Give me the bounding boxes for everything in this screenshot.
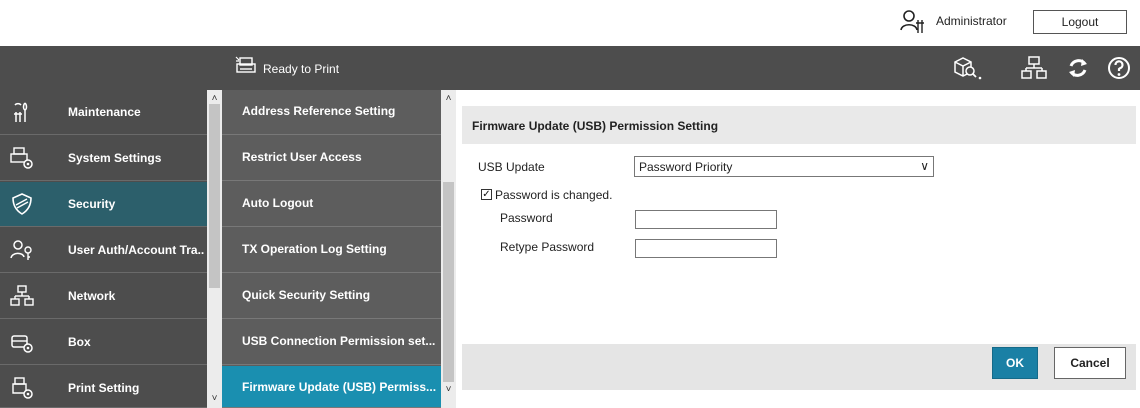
password-changed-checkbox[interactable]: ✓ bbox=[481, 189, 492, 200]
printer-status-label: Ready to Print bbox=[263, 62, 340, 76]
sidebar-item-label: Security bbox=[68, 197, 116, 211]
submenu-item-restrict-user-access[interactable]: Restrict User Access bbox=[222, 136, 441, 181]
submenu-item-usb-connection-permission[interactable]: USB Connection Permission set... bbox=[222, 320, 441, 365]
sidebar-item-security[interactable]: Security bbox=[0, 182, 207, 227]
device-search-icon[interactable] bbox=[951, 53, 982, 83]
chevron-down-icon[interactable]: ˅ bbox=[207, 392, 222, 406]
shield-icon bbox=[10, 192, 34, 216]
chevron-up-icon[interactable]: ˄ bbox=[441, 92, 456, 106]
ok-button[interactable]: OK bbox=[992, 347, 1038, 379]
chevron-down-icon: ∨ bbox=[920, 159, 929, 173]
printer-gear-icon bbox=[10, 146, 34, 170]
submenu-item-quick-security[interactable]: Quick Security Setting bbox=[222, 274, 441, 319]
submenu-item-label: Auto Logout bbox=[242, 196, 314, 210]
print-gear-icon bbox=[10, 376, 34, 400]
submenu-item-firmware-update-usb[interactable]: Firmware Update (USB) Permiss... bbox=[222, 366, 441, 408]
sidebar-item-label: Network bbox=[68, 289, 116, 303]
usb-update-value: Password Priority bbox=[639, 160, 733, 174]
box-gear-icon bbox=[10, 330, 34, 354]
submenu-item-label: Firmware Update (USB) Permiss... bbox=[242, 380, 437, 394]
retype-password-label: Retype Password bbox=[500, 240, 595, 254]
sidebar-item-maintenance[interactable]: Maintenance bbox=[0, 90, 207, 135]
submenu-scrollbar-thumb[interactable] bbox=[443, 182, 454, 382]
submenu-item-address-reference[interactable]: Address Reference Setting bbox=[222, 90, 441, 135]
password-label: Password bbox=[500, 211, 553, 225]
sidebar-scrollbar-thumb[interactable] bbox=[209, 104, 220, 288]
chevron-up-icon[interactable]: ˄ bbox=[207, 92, 222, 106]
wrench-icon bbox=[10, 100, 34, 124]
page-title: Firmware Update (USB) Permission Setting bbox=[472, 119, 719, 133]
retype-password-field[interactable] bbox=[635, 239, 777, 258]
user-key-icon bbox=[10, 238, 34, 262]
network-icon bbox=[10, 284, 34, 308]
password-field[interactable] bbox=[635, 210, 777, 229]
submenu-item-label: Quick Security Setting bbox=[242, 288, 371, 302]
sidebar-item-network[interactable]: Network bbox=[0, 274, 207, 319]
sidebar-item-print-setting[interactable]: Print Setting bbox=[0, 366, 207, 408]
sidebar-item-box[interactable]: Box bbox=[0, 320, 207, 365]
refresh-icon[interactable] bbox=[1063, 53, 1093, 83]
sidebar-item-label: System Settings bbox=[68, 151, 162, 165]
user-name-label: Administrator bbox=[936, 14, 1007, 28]
sidebar-item-system-settings[interactable]: System Settings bbox=[0, 136, 207, 181]
sidebar-item-label: Box bbox=[68, 335, 91, 349]
submenu-item-label: USB Connection Permission set... bbox=[242, 334, 436, 348]
logout-button[interactable]: Logout bbox=[1033, 10, 1127, 34]
sidebar-item-label: Maintenance bbox=[68, 105, 141, 119]
chevron-down-icon[interactable]: ˅ bbox=[441, 383, 456, 397]
sidebar-item-label: Print Setting bbox=[68, 381, 140, 395]
sidebar-item-label: User Auth/Account Tra.. bbox=[68, 243, 205, 257]
cancel-button[interactable]: Cancel bbox=[1054, 347, 1126, 379]
network-icon[interactable] bbox=[1019, 53, 1049, 83]
printer-icon bbox=[235, 55, 257, 77]
sidebar-item-user-auth[interactable]: User Auth/Account Tra.. bbox=[0, 228, 207, 273]
submenu-item-label: TX Operation Log Setting bbox=[242, 242, 387, 256]
usb-update-select[interactable]: Password Priority ∨ bbox=[634, 156, 934, 177]
submenu-item-label: Address Reference Setting bbox=[242, 104, 396, 118]
submenu-item-tx-operation-log[interactable]: TX Operation Log Setting bbox=[222, 228, 441, 273]
help-icon[interactable] bbox=[1104, 53, 1134, 83]
submenu-item-label: Restrict User Access bbox=[242, 150, 362, 164]
admin-tools-icon bbox=[898, 7, 928, 37]
submenu-item-auto-logout[interactable]: Auto Logout bbox=[222, 182, 441, 227]
usb-update-label: USB Update bbox=[478, 160, 545, 174]
password-changed-label: Password is changed. bbox=[495, 188, 613, 202]
